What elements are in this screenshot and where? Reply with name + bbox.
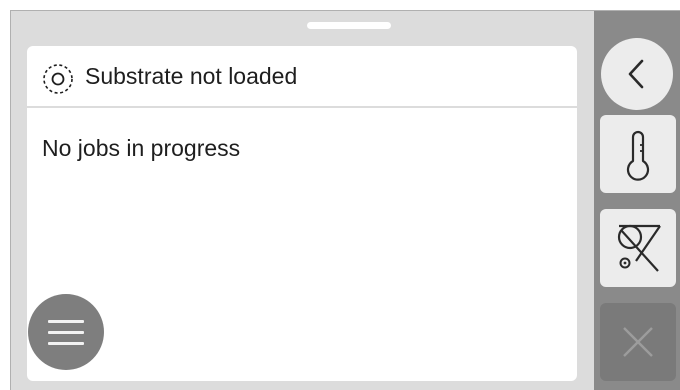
substrate-status-row[interactable]: Substrate not loaded [27,46,577,108]
menu-button[interactable] [28,294,104,370]
drag-handle[interactable] [307,22,391,29]
chevron-left-icon [601,38,673,110]
substrate-unload-icon [600,209,676,287]
jobs-status-label: No jobs in progress [42,135,241,161]
action-sidebar [594,11,680,390]
status-card: Substrate not loaded No jobs in progress [27,46,577,381]
unload-substrate-button[interactable] [600,209,676,287]
close-icon [600,303,676,381]
printer-front-panel: Substrate not loaded No jobs in progress [10,10,680,390]
thermometer-icon [600,115,676,193]
substrate-status-label: Substrate not loaded [85,63,298,89]
back-button[interactable] [601,38,673,110]
substrate-roll-icon [41,62,75,96]
cancel-button[interactable] [600,303,676,381]
temperature-button[interactable] [600,115,676,193]
